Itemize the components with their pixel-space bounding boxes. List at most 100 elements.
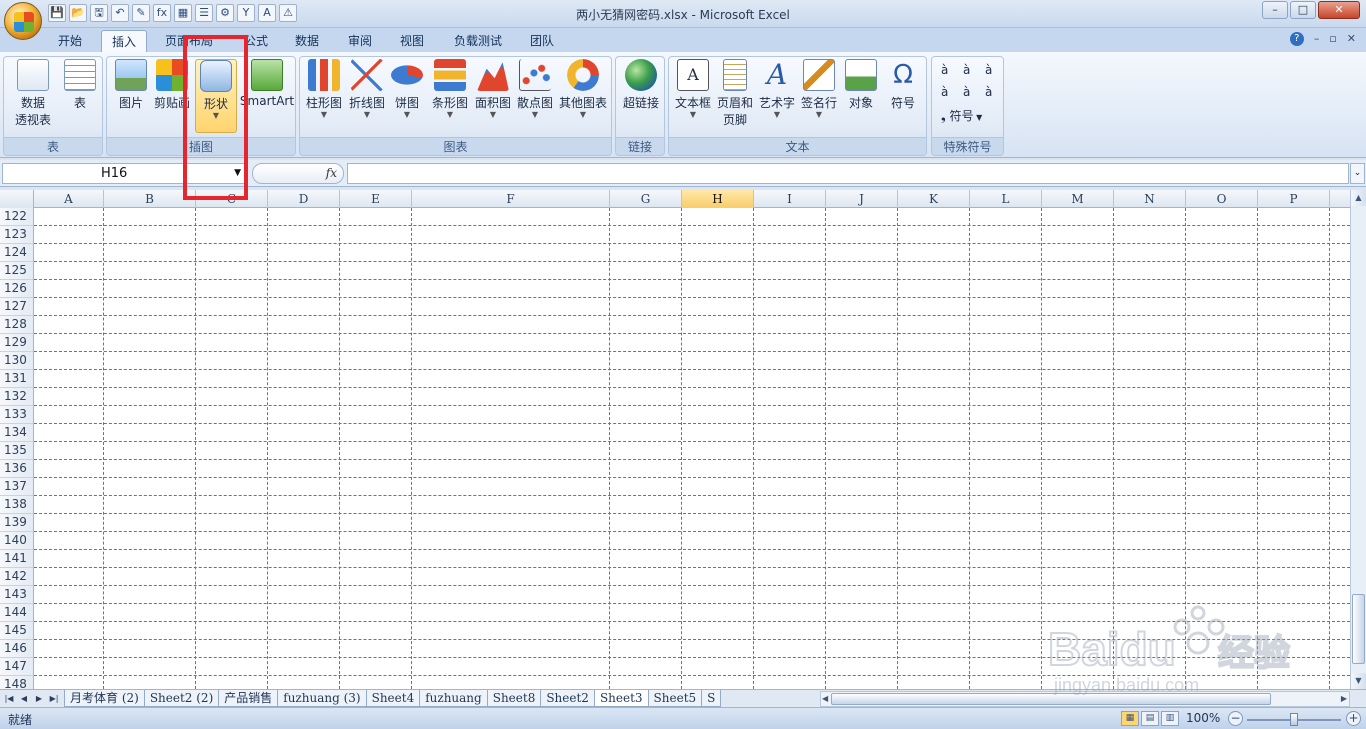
select-all-corner[interactable] — [0, 190, 34, 208]
zoom-level[interactable]: 100% — [1186, 711, 1220, 725]
row-header[interactable]: 148 — [0, 676, 34, 689]
sheet-tab[interactable]: 月考体育 (2) — [64, 690, 145, 707]
object-button[interactable]: 对象 — [841, 59, 881, 111]
ribbon-minimize-icon[interactable]: – — [1314, 32, 1320, 46]
row-header[interactable]: 140 — [0, 532, 34, 550]
horizontal-scrollbar[interactable]: ◀ ▶ — [820, 691, 1350, 707]
table-button[interactable]: 表 — [60, 59, 100, 111]
row-header[interactable]: 145 — [0, 622, 34, 640]
column-header-k[interactable]: K — [898, 190, 970, 208]
row-header[interactable]: 137 — [0, 478, 34, 496]
row-header[interactable]: 131 — [0, 370, 34, 388]
special-char[interactable]: à — [985, 85, 992, 99]
help-icon[interactable]: ? — [1289, 32, 1304, 46]
scroll-down-icon[interactable]: ▼ — [1351, 673, 1366, 689]
tab-insert[interactable]: 插入 — [101, 30, 148, 52]
special-symbol-button[interactable]: ❟ 符号 ▼ — [941, 107, 982, 124]
sheet-tab[interactable]: Sheet2 (2) — [143, 690, 220, 707]
sheet-tab[interactable]: 产品销售 — [218, 690, 279, 707]
sheet-tab[interactable]: Sheet8 — [486, 690, 542, 707]
prev-sheet-icon[interactable]: ◀ — [17, 691, 31, 707]
row-header[interactable]: 135 — [0, 442, 34, 460]
column-header-g[interactable]: G — [610, 190, 682, 208]
column-header-n[interactable]: N — [1114, 190, 1186, 208]
bar-chart-button[interactable]: 条形图 ▼ — [428, 59, 472, 119]
row-header[interactable]: 127 — [0, 298, 34, 316]
spreadsheet-grid[interactable]: ABCDEFGHIJKLMNOPQ 1221231241251261271281… — [0, 190, 1350, 689]
last-sheet-icon[interactable]: ▶| — [47, 691, 61, 707]
tab-home[interactable]: 开始 — [48, 30, 92, 52]
column-header-e[interactable]: E — [340, 190, 412, 208]
pivot-table-button[interactable]: 数据 透视表 — [8, 59, 58, 128]
row-header[interactable]: 133 — [0, 406, 34, 424]
hyperlink-button[interactable]: 超链接 — [618, 59, 664, 111]
sheet-tab[interactable]: fuzhuang — [419, 690, 488, 707]
row-header[interactable]: 134 — [0, 424, 34, 442]
sheet-tab[interactable]: Sheet3 — [593, 690, 649, 707]
line-chart-button[interactable]: 折线图 ▼ — [346, 59, 388, 119]
row-header[interactable]: 132 — [0, 388, 34, 406]
next-sheet-icon[interactable]: ▶ — [32, 691, 46, 707]
row-header[interactable]: 122 — [0, 208, 34, 226]
vertical-scroll-thumb[interactable] — [1352, 594, 1365, 664]
scatter-chart-button[interactable]: 散点图 ▼ — [514, 59, 556, 119]
horizontal-scroll-thumb[interactable] — [831, 693, 1271, 705]
column-header-a[interactable]: A — [34, 190, 104, 208]
row-header[interactable]: 142 — [0, 568, 34, 586]
row-header[interactable]: 125 — [0, 262, 34, 280]
row-header[interactable]: 130 — [0, 352, 34, 370]
tab-team[interactable]: 团队 — [520, 30, 564, 52]
special-char[interactable]: à — [985, 63, 992, 77]
zoom-out-icon[interactable]: − — [1228, 711, 1243, 726]
maximize-button[interactable]: □ — [1290, 1, 1316, 19]
tab-data[interactable]: 数据 — [285, 30, 329, 52]
column-header-h[interactable]: H — [682, 190, 754, 208]
column-header-i[interactable]: I — [754, 190, 826, 208]
special-char[interactable]: à — [941, 63, 948, 77]
first-sheet-icon[interactable]: |◀ — [2, 691, 16, 707]
office-button[interactable] — [4, 2, 42, 40]
special-char[interactable]: à — [963, 63, 970, 77]
column-chart-button[interactable]: 柱形图 ▼ — [302, 59, 346, 119]
picture-button[interactable]: 图片 — [111, 59, 151, 111]
row-header[interactable]: 128 — [0, 316, 34, 334]
row-header[interactable]: 138 — [0, 496, 34, 514]
row-header[interactable]: 136 — [0, 460, 34, 478]
ribbon-close-icon[interactable]: ✕ — [1347, 32, 1356, 46]
column-header-j[interactable]: J — [826, 190, 898, 208]
formula-expand-icon[interactable]: ⌄ — [1350, 163, 1365, 184]
scroll-right-icon[interactable]: ▶ — [1341, 692, 1347, 706]
insert-function-icon[interactable]: fx — [326, 166, 337, 180]
row-header[interactable]: 123 — [0, 226, 34, 244]
row-header[interactable]: 139 — [0, 514, 34, 532]
row-header[interactable]: 141 — [0, 550, 34, 568]
column-header-l[interactable]: L — [970, 190, 1042, 208]
area-chart-button[interactable]: 面积图 ▼ — [472, 59, 514, 119]
tab-load-test[interactable]: 负载测试 — [444, 30, 512, 52]
pie-chart-button[interactable]: 饼图 ▼ — [388, 59, 426, 119]
sheet-tab[interactable]: Sheet5 — [647, 690, 703, 707]
row-header[interactable]: 143 — [0, 586, 34, 604]
scroll-left-icon[interactable]: ◀ — [822, 692, 828, 706]
column-header-o[interactable]: O — [1186, 190, 1258, 208]
signature-line-button[interactable]: 签名行 ▼ — [799, 59, 839, 119]
column-header-f[interactable]: F — [412, 190, 610, 208]
formula-input[interactable] — [347, 163, 1349, 184]
special-char[interactable]: à — [941, 85, 948, 99]
row-header[interactable]: 129 — [0, 334, 34, 352]
sheet-tab[interactable]: Sheet2 — [540, 690, 595, 707]
sheet-tab[interactable]: Sheet4 — [365, 690, 421, 707]
column-header-m[interactable]: M — [1042, 190, 1114, 208]
row-header[interactable]: 126 — [0, 280, 34, 298]
row-header[interactable]: 146 — [0, 640, 34, 658]
wordart-button[interactable]: A 艺术字 ▼ — [757, 59, 797, 119]
row-header[interactable]: 124 — [0, 244, 34, 262]
tab-review[interactable]: 审阅 — [338, 30, 382, 52]
row-header[interactable]: 147 — [0, 658, 34, 676]
textbox-button[interactable]: A 文本框 ▼ — [671, 59, 715, 119]
vertical-scrollbar[interactable]: ▲ ▼ — [1350, 190, 1366, 689]
row-header[interactable]: 144 — [0, 604, 34, 622]
normal-view-icon[interactable]: ▦ — [1121, 711, 1139, 726]
ribbon-restore-icon[interactable]: ▫ — [1329, 32, 1336, 46]
minimize-button[interactable]: – — [1262, 1, 1288, 19]
